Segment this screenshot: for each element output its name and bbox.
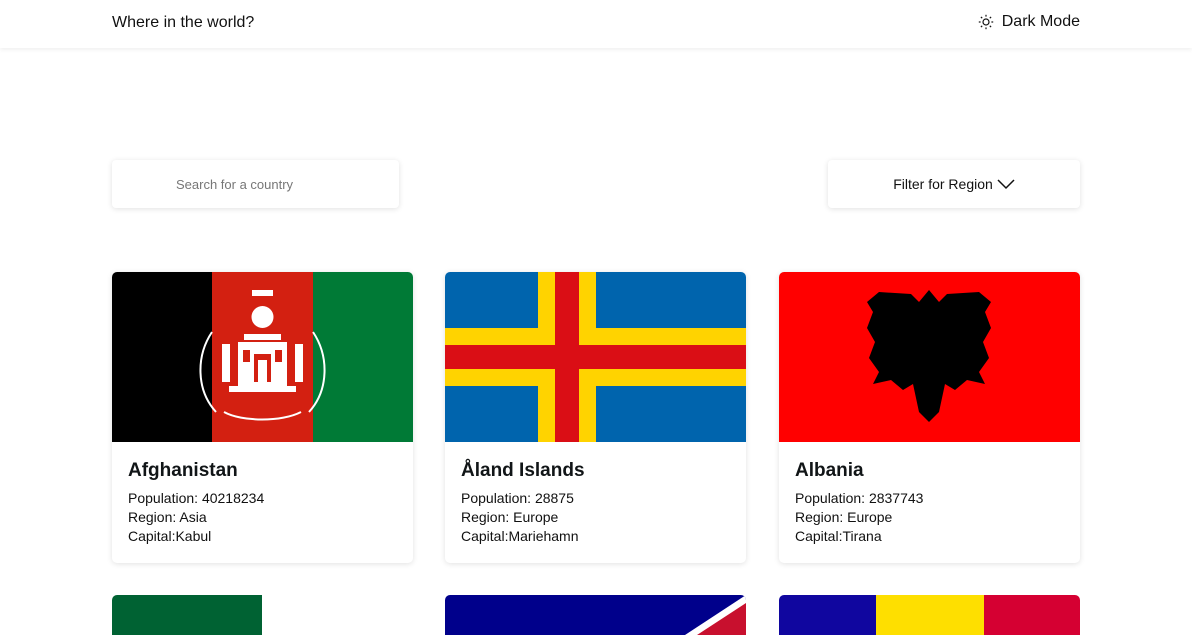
country-card-albania[interactable]: Albania Population: 2837743 Region: Euro…: [779, 272, 1080, 563]
population-label: Population:: [128, 490, 202, 506]
capital-line: Capital:Tirana: [795, 527, 1064, 546]
search-input[interactable]: [176, 176, 376, 192]
region-filter-label: Filter for Region: [893, 176, 993, 192]
population-value: 40218234: [201, 490, 265, 506]
capital-line: Capital:Kabul: [128, 527, 397, 546]
albania-flag: [779, 272, 1080, 442]
app-title[interactable]: Where in the world?: [112, 14, 254, 32]
region-value: Europe: [513, 509, 559, 525]
country-name: Afghanistan: [128, 460, 238, 481]
capital-value: Kabul: [175, 528, 212, 544]
afghanistan-flag: [112, 272, 413, 442]
population-line: Population: 2837743: [795, 489, 1064, 508]
region-line: Region: Europe: [795, 508, 1064, 527]
region-label: Region:: [128, 509, 180, 525]
country-name: Albania: [795, 460, 864, 481]
country-name: Åland Islands: [461, 460, 585, 481]
region-line: Region: Asia: [128, 508, 397, 527]
app-header: Where in the world? Dark Mode: [0, 0, 1192, 48]
population-value: 28875: [534, 490, 574, 506]
aland-islands-flag: [445, 272, 746, 442]
region-label: Region:: [795, 509, 848, 525]
american-samoa-flag: [445, 595, 746, 635]
chevron-down-icon: [997, 179, 1015, 190]
population-label: Population:: [795, 490, 869, 506]
algeria-flag: [112, 595, 413, 635]
region-value: Europe: [847, 509, 893, 525]
capital-label: Capital:: [461, 528, 509, 544]
region-value: Asia: [179, 509, 207, 525]
country-card-partial-american-samoa[interactable]: [445, 595, 746, 635]
region-filter-dropdown[interactable]: Filter for Region: [828, 160, 1080, 208]
dark-mode-toggle[interactable]: Dark Mode: [978, 13, 1080, 31]
capital-label: Capital:: [795, 528, 843, 544]
capital-value: Tirana: [842, 528, 882, 544]
search-box[interactable]: [112, 160, 399, 208]
population-value: 2837743: [868, 490, 924, 506]
region-label: Region:: [461, 509, 514, 525]
country-card-afghanistan[interactable]: Afghanistan Population: 40218234 Region:…: [112, 272, 413, 563]
andorra-flag: [779, 595, 1080, 635]
population-line: Population: 40218234: [128, 489, 397, 508]
capital-label: Capital:: [128, 528, 176, 544]
region-line: Region: Europe: [461, 508, 730, 527]
country-card-partial-andorra[interactable]: [779, 595, 1080, 635]
population-line: Population: 28875: [461, 489, 730, 508]
dark-mode-label: Dark Mode: [1001, 13, 1080, 30]
population-label: Population:: [461, 490, 535, 506]
country-card-partial-algeria[interactable]: [112, 595, 413, 635]
country-card-aland-islands[interactable]: Åland Islands Population: 28875 Region: …: [445, 272, 746, 563]
capital-line: Capital:Mariehamn: [461, 527, 730, 546]
sun-icon: [978, 14, 993, 30]
capital-value: Mariehamn: [508, 528, 579, 544]
